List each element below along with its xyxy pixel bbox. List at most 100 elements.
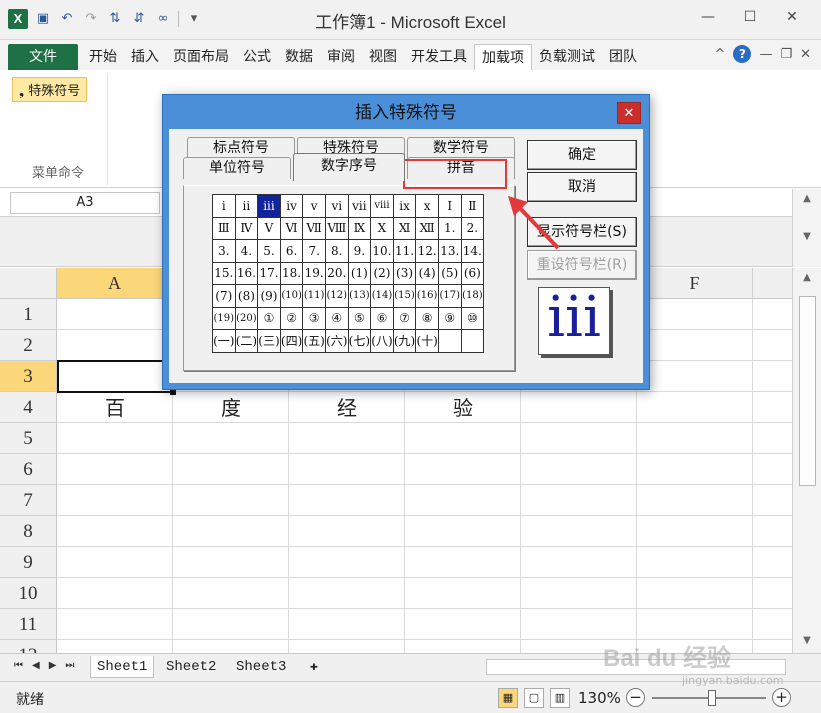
- row-header-11[interactable]: 11: [0, 609, 57, 640]
- symbol-cell[interactable]: 19.: [302, 261, 326, 285]
- symbol-cell[interactable]: ⑦: [392, 306, 417, 330]
- symbol-cell[interactable]: (11): [302, 284, 326, 308]
- row-header-5[interactable]: 5: [0, 423, 57, 454]
- symbol-cell[interactable]: (1): [347, 261, 372, 285]
- symbol-cell[interactable]: ix: [392, 194, 417, 218]
- tab-developer[interactable]: 开发工具: [404, 44, 474, 70]
- symbol-cell[interactable]: Ⅴ: [257, 216, 281, 240]
- row-header-10[interactable]: 10: [0, 578, 57, 609]
- symbol-cell[interactable]: (2): [370, 261, 394, 285]
- zoom-out-icon[interactable]: −: [626, 688, 645, 707]
- symbol-cell[interactable]: Ⅹ: [370, 216, 394, 240]
- symbol-cell[interactable]: (6): [460, 261, 485, 285]
- symbol-cell[interactable]: Ⅶ: [302, 216, 326, 240]
- symbol-cell[interactable]: (五): [302, 329, 326, 353]
- symbol-cell[interactable]: (14): [370, 284, 394, 308]
- symbol-cell[interactable]: 12.: [415, 239, 439, 263]
- symbol-cell[interactable]: (10): [279, 284, 304, 308]
- symbol-cell[interactable]: 4.: [234, 239, 259, 263]
- symbol-cell[interactable]: (7): [212, 284, 236, 308]
- column-header-g[interactable]: [753, 268, 792, 299]
- page-layout-view-icon[interactable]: ▢: [524, 688, 544, 708]
- next-sheet-icon[interactable]: ▶: [49, 660, 57, 671]
- symbol-cell[interactable]: Ⅷ: [324, 216, 349, 240]
- symbol-cell[interactable]: ⑧: [415, 306, 439, 330]
- sheet-tab-sheet1[interactable]: Sheet1: [90, 656, 155, 678]
- symbol-cell[interactable]: 18.: [279, 261, 304, 285]
- row-header-7[interactable]: 7: [0, 485, 57, 516]
- tab-load-test[interactable]: 负载测试: [532, 44, 602, 70]
- symbol-cell[interactable]: ②: [279, 306, 304, 330]
- page-break-view-icon[interactable]: ▥: [550, 688, 570, 708]
- symbol-cell[interactable]: (18): [460, 284, 485, 308]
- symbol-cell[interactable]: ⑤: [347, 306, 372, 330]
- cell-d4[interactable]: 验: [405, 393, 521, 423]
- row-header-3[interactable]: 3: [0, 361, 57, 392]
- symbol-cell[interactable]: 8.: [324, 239, 349, 263]
- symbol-cell[interactable]: Ⅻ: [415, 216, 439, 240]
- symbol-cell[interactable]: (13): [347, 284, 372, 308]
- normal-view-icon[interactable]: ▦: [498, 688, 518, 708]
- symbol-cell[interactable]: (12): [324, 284, 349, 308]
- symbol-cell[interactable]: (六): [324, 329, 349, 353]
- symbol-cell[interactable]: vii: [347, 194, 372, 218]
- symbol-cell[interactable]: (19): [212, 306, 236, 330]
- workbook-minimize-icon[interactable]: —: [759, 47, 772, 62]
- tab-page-layout[interactable]: 页面布局: [166, 44, 236, 70]
- symbol-cell[interactable]: 7.: [302, 239, 326, 263]
- symbol-cell[interactable]: 14.: [460, 239, 485, 263]
- symbol-cell[interactable]: [437, 329, 462, 353]
- insert-sheet-icon[interactable]: ✚: [304, 656, 324, 678]
- last-sheet-icon[interactable]: ⏭: [65, 660, 74, 671]
- symbol-cell[interactable]: 2.: [460, 216, 485, 240]
- symbol-cell[interactable]: 17.: [257, 261, 281, 285]
- row-header-9[interactable]: 9: [0, 547, 57, 578]
- ok-button[interactable]: 确定: [527, 140, 637, 170]
- vertical-scrollbar[interactable]: ▲ ▼: [792, 268, 821, 653]
- symbol-cell[interactable]: v: [302, 194, 326, 218]
- sheet-tab-sheet3[interactable]: Sheet3: [230, 656, 292, 678]
- symbol-cell[interactable]: 11.: [392, 239, 417, 263]
- tab-team[interactable]: 团队: [602, 44, 644, 70]
- symbol-cell[interactable]: 3.: [212, 239, 236, 263]
- symbol-cell[interactable]: 9.: [347, 239, 372, 263]
- symbol-cell[interactable]: 16.: [234, 261, 259, 285]
- symbol-cell[interactable]: ④: [324, 306, 349, 330]
- row-header-8[interactable]: 8: [0, 516, 57, 547]
- symbol-cell[interactable]: (三): [257, 329, 281, 353]
- symbol-cell[interactable]: ⑨: [437, 306, 462, 330]
- tab-data[interactable]: 数据: [278, 44, 320, 70]
- row-header-12[interactable]: 12: [0, 640, 57, 653]
- symbol-cell[interactable]: iii: [257, 194, 281, 218]
- symbol-cell[interactable]: viii: [370, 194, 394, 218]
- close-icon[interactable]: ✕: [771, 5, 813, 29]
- symbol-cell[interactable]: (九): [392, 329, 417, 353]
- tab-math[interactable]: 数学符号: [407, 137, 515, 159]
- symbol-cell[interactable]: Ⅰ: [437, 194, 462, 218]
- select-all-corner[interactable]: [0, 268, 57, 299]
- zoom-slider-handle[interactable]: [708, 690, 716, 706]
- symbol-cell[interactable]: ①: [257, 306, 281, 330]
- cell-a4[interactable]: 百: [57, 393, 173, 423]
- symbol-cell[interactable]: (8): [234, 284, 259, 308]
- symbol-cell[interactable]: vi: [324, 194, 349, 218]
- symbol-cell[interactable]: 13.: [437, 239, 462, 263]
- symbol-cell[interactable]: (七): [347, 329, 372, 353]
- tab-formulas[interactable]: 公式: [236, 44, 278, 70]
- symbol-cell[interactable]: (八): [370, 329, 394, 353]
- symbol-cell[interactable]: Ⅵ: [279, 216, 304, 240]
- scroll-up-icon[interactable]: ▲: [798, 270, 816, 286]
- dialog-close-icon[interactable]: ✕: [617, 102, 641, 124]
- tab-file[interactable]: 文件: [8, 44, 78, 70]
- symbol-cell[interactable]: (十): [415, 329, 439, 353]
- tab-home[interactable]: 开始: [82, 44, 124, 70]
- symbol-cell[interactable]: (5): [437, 261, 462, 285]
- symbol-cell[interactable]: ⑩: [460, 306, 485, 330]
- symbol-cell[interactable]: (二): [234, 329, 259, 353]
- workbook-restore-icon[interactable]: ❐: [780, 47, 792, 62]
- symbol-cell[interactable]: Ⅸ: [347, 216, 372, 240]
- symbol-cell[interactable]: [460, 329, 485, 353]
- row-header-1[interactable]: 1: [0, 299, 57, 330]
- symbol-cell[interactable]: (四): [279, 329, 304, 353]
- prev-sheet-icon[interactable]: ◀: [32, 660, 40, 671]
